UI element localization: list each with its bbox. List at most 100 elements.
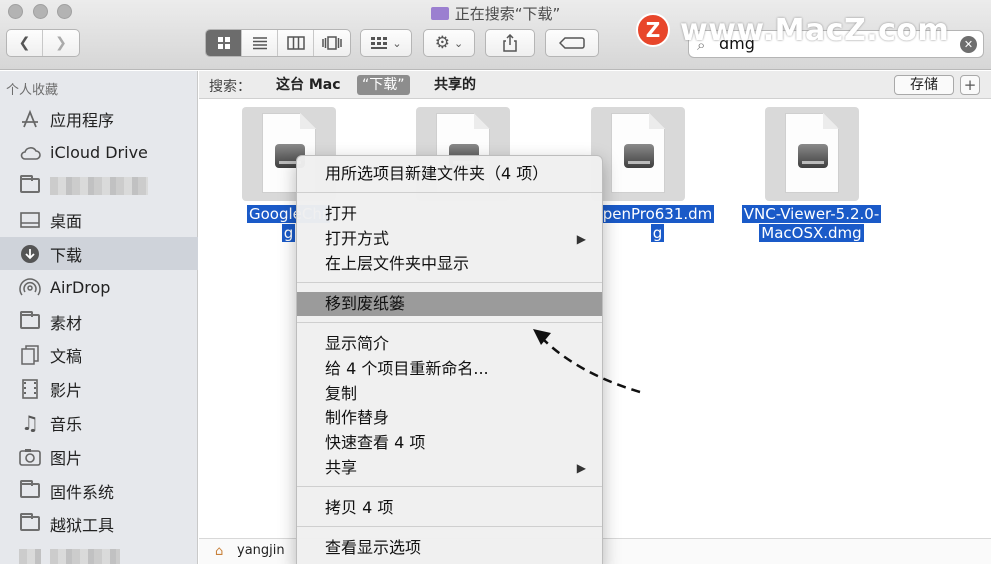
menu-item-get-info[interactable]: 显示简介 — [297, 332, 602, 356]
menu-item-open-with[interactable]: 打开方式 ▶ — [297, 227, 602, 251]
sidebar-item-firmware[interactable]: 固件系统 — [0, 474, 198, 507]
cloud-icon — [18, 143, 42, 163]
menu-item-rename[interactable]: 给 4 个项目重新命名... — [297, 357, 602, 381]
menu-item-share[interactable]: 共享 ▶ — [297, 456, 602, 480]
sidebar-item-movies[interactable]: 影片 — [0, 372, 198, 405]
scope-this-mac[interactable]: 这台 Mac — [271, 75, 346, 95]
menu-item-make-alias[interactable]: 制作替身 — [297, 406, 602, 430]
submenu-arrow-icon: ▶ — [576, 232, 586, 246]
scope-shared[interactable]: 共享的 — [429, 75, 481, 95]
sidebar-item-label: AirDrop — [50, 278, 111, 297]
chevron-down-icon: ⌄ — [392, 36, 402, 50]
icon-view-button[interactable] — [206, 30, 242, 56]
pictures-icon — [18, 447, 42, 467]
clear-icon[interactable]: ✕ — [960, 36, 977, 53]
watermark-logo: Z — [636, 13, 670, 47]
scope-label: 搜索： — [209, 79, 251, 95]
menu-separator — [297, 526, 602, 527]
folder-icon — [18, 175, 42, 196]
path-user[interactable]: yangjin — [237, 543, 285, 558]
chevron-right-icon[interactable]: ❯ — [43, 30, 79, 56]
add-criteria-button[interactable]: + — [960, 75, 980, 95]
window-title-text: 正在搜索“下载” — [454, 5, 561, 23]
sidebar-item-pictures[interactable]: 图片 — [0, 440, 198, 473]
column-view-button[interactable] — [278, 30, 314, 56]
file-name: VNC-Viewer-5.2.0- MacOSX.dmg — [741, 205, 882, 242]
sidebar-item-label: 桌面 — [50, 211, 83, 231]
arrange-grid-icon — [371, 37, 388, 49]
dmg-file-icon — [785, 113, 839, 193]
movies-icon — [18, 378, 42, 399]
folder-icon — [18, 311, 42, 332]
menu-item-show-in-enclosing-folder[interactable]: 在上层文件夹中显示 — [297, 252, 602, 276]
sidebar-item-label: 越狱工具 — [50, 515, 115, 535]
grid-icon — [217, 37, 230, 49]
menu-separator — [297, 322, 602, 323]
music-icon: ♫ — [21, 410, 39, 435]
sidebar-item-documents[interactable]: 文稿 — [0, 338, 198, 371]
share-icon — [503, 34, 517, 52]
sidebar-item-desktop[interactable]: 桌面 — [0, 203, 198, 236]
sidebar-item-label: 下载 — [50, 245, 83, 265]
menu-separator — [297, 192, 602, 193]
menu-item-show-view-options[interactable]: 查看显示选项 — [297, 536, 602, 560]
chevron-left-icon[interactable]: ❮ — [7, 30, 43, 56]
sidebar-item-blurred[interactable] — [0, 169, 198, 202]
columns-icon — [286, 36, 305, 50]
watermark: Z www.MacZ.com — [636, 12, 949, 48]
folder-icon — [18, 548, 42, 564]
sidebar-item-label: iCloud Drive — [50, 143, 148, 162]
airdrop-icon — [18, 277, 42, 298]
sidebar-item-applications[interactable]: 应用程序 — [0, 102, 198, 135]
folder-icon — [18, 480, 42, 501]
file-thumbnail — [591, 107, 685, 201]
sidebar-item-materials[interactable]: 素材 — [0, 305, 198, 338]
file-thumbnail — [765, 107, 859, 201]
sidebar-item-downloads[interactable]: 下载 — [0, 237, 198, 270]
home-icon: ⌂ — [215, 544, 224, 559]
sidebar-item-label: 固件系统 — [50, 482, 115, 502]
sidebar-item-icloud-drive[interactable]: iCloud Drive — [0, 136, 198, 169]
menu-separator — [297, 486, 602, 487]
arrange-button[interactable]: ⌄ — [360, 29, 412, 57]
menu-item-open[interactable]: 打开 — [297, 202, 602, 226]
sidebar-item-label: 素材 — [50, 313, 83, 333]
cover-flow-view-button[interactable] — [314, 30, 350, 56]
folder-icon — [18, 513, 42, 534]
applications-icon — [18, 109, 42, 129]
toolbar: 正在搜索“下载” ❮ ❯ ⌄ ⚙ ⌄ ⌕ dmg ✕ Z www.MacZ.co… — [0, 0, 991, 70]
menu-item-new-folder-with-selection[interactable]: 用所选项目新建文件夹（4 项） — [297, 162, 602, 186]
desktop-icon — [18, 210, 42, 230]
navigation-buttons: ❮ ❯ — [6, 29, 80, 57]
save-search-button[interactable]: 存储 — [894, 75, 954, 95]
menu-item-duplicate[interactable]: 复制 — [297, 382, 602, 406]
view-mode-selector — [205, 29, 351, 57]
smart-folder-icon — [430, 7, 449, 20]
sidebar-item-jailbreak-tools[interactable]: 越狱工具 — [0, 507, 198, 540]
menu-item-quick-look[interactable]: 快速查看 4 项 — [297, 431, 602, 455]
scope-downloads[interactable]: “下载” — [357, 75, 410, 95]
menu-item-move-to-trash[interactable]: 移到废纸篓 — [297, 292, 602, 316]
menu-separator — [297, 282, 602, 283]
sidebar-heading: 个人收藏 — [6, 83, 59, 98]
share-button[interactable] — [485, 29, 535, 57]
sidebar: 个人收藏 应用程序 iCloud Drive 桌面 下载 AirDrop 素材 … — [0, 71, 198, 564]
list-view-button[interactable] — [242, 30, 278, 56]
redacted-label — [50, 176, 148, 195]
download-icon — [18, 244, 42, 264]
action-button[interactable]: ⚙ ⌄ — [423, 29, 475, 57]
sidebar-item-blurred[interactable] — [0, 541, 198, 564]
context-menu: 用所选项目新建文件夹（4 项） 打开 打开方式 ▶ 在上层文件夹中显示 移到废纸篓… — [296, 155, 603, 564]
sidebar-item-label: 文稿 — [50, 346, 83, 366]
gear-icon: ⚙ — [434, 33, 451, 53]
sidebar-item-label: 图片 — [50, 448, 83, 468]
sidebar-item-label: 应用程序 — [50, 110, 115, 130]
sidebar-item-music[interactable]: ♫ 音乐 — [0, 406, 198, 439]
sidebar-item-label: 影片 — [50, 380, 83, 400]
chevron-down-icon: ⌄ — [454, 36, 464, 50]
menu-item-copy[interactable]: 拷贝 4 项 — [297, 496, 602, 520]
sidebar-item-airdrop[interactable]: AirDrop — [0, 271, 198, 304]
sidebar-item-label: 音乐 — [50, 414, 83, 434]
watermark-text: www.MacZ.com — [680, 12, 950, 48]
tags-button[interactable] — [545, 29, 599, 57]
